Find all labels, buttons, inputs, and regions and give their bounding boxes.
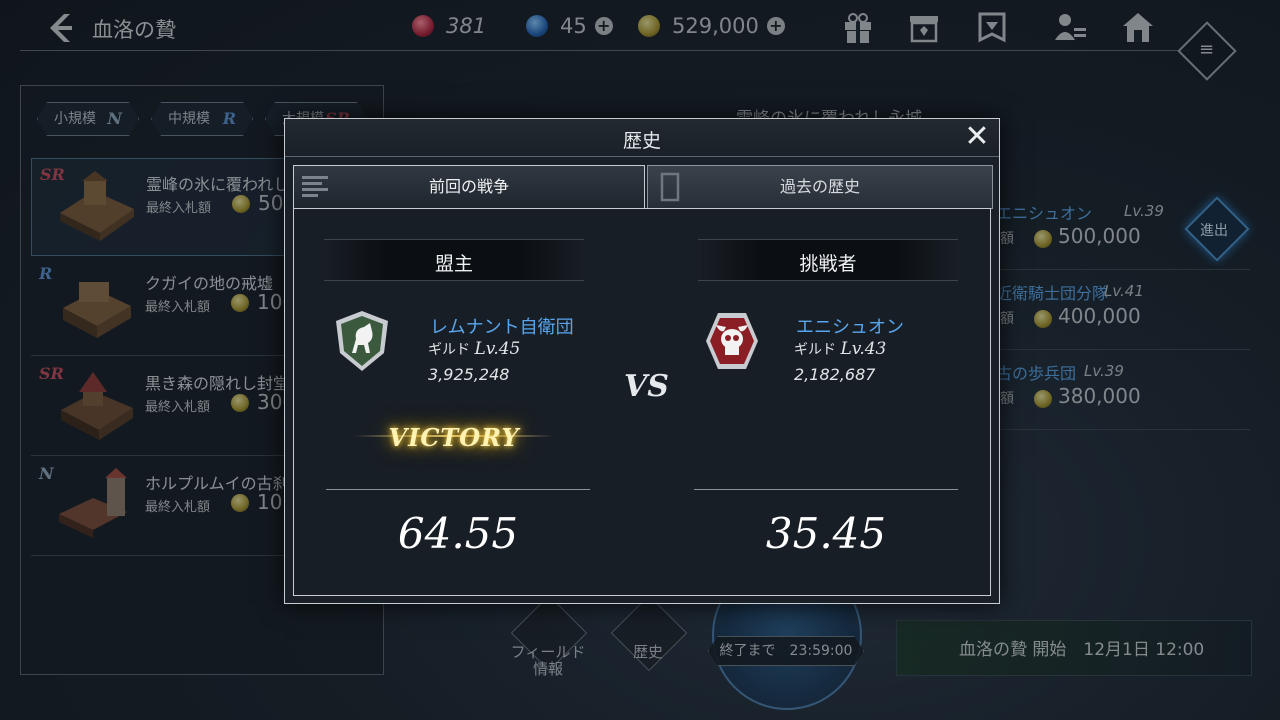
challenger-score-divider bbox=[694, 489, 958, 490]
guild-label: ギルド bbox=[794, 342, 836, 358]
challenger-guild-name[interactable]: エニシュオン bbox=[796, 313, 904, 339]
white-horse-shield-icon bbox=[336, 311, 388, 371]
history-modal: 歴史 ✕ 前回の戦争 過去の歴史 盟主 レムナント自衛団 ギルド Lv.45 3… bbox=[284, 118, 1000, 604]
victory-badge: VICTORY bbox=[388, 423, 520, 452]
modal-header: 歴史 ✕ bbox=[285, 119, 999, 157]
defender-role: 盟主 bbox=[434, 253, 473, 275]
defender-score: 64.55 bbox=[397, 509, 519, 558]
tab-last-war[interactable]: 前回の戦争 bbox=[293, 165, 645, 209]
defender-guild-level: ギルド Lv.45 bbox=[428, 339, 520, 359]
modal-title: 歴史 bbox=[622, 130, 661, 152]
defender-banner: 盟主 bbox=[324, 239, 584, 281]
challenger-role: 挑戦者 bbox=[799, 253, 857, 275]
battle-result-panel: 盟主 レムナント自衛団 ギルド Lv.45 3,925,248 VICTORY … bbox=[293, 208, 991, 596]
tab-past-history-label: 過去の歴史 bbox=[779, 177, 860, 196]
close-icon[interactable]: ✕ bbox=[963, 122, 991, 152]
horned-skull-shield-icon bbox=[706, 313, 758, 369]
document-icon bbox=[660, 172, 680, 202]
defender-level: Lv.45 bbox=[474, 339, 521, 359]
challenger-power: 2,182,687 bbox=[794, 365, 876, 384]
tab-last-war-label: 前回の戦争 bbox=[428, 177, 509, 196]
guild-label: ギルド bbox=[428, 342, 470, 358]
challenger-score: 35.45 bbox=[765, 509, 887, 558]
defender-score-divider bbox=[326, 489, 590, 490]
defender-guild-name[interactable]: レムナント自衛団 bbox=[430, 313, 574, 339]
challenger-guild-level: ギルド Lv.43 bbox=[794, 339, 886, 359]
tab-past-history[interactable]: 過去の歴史 bbox=[647, 165, 993, 209]
challenger-banner: 挑戦者 bbox=[698, 239, 958, 281]
vs-label: VS bbox=[624, 369, 669, 404]
defender-power: 3,925,248 bbox=[428, 365, 510, 384]
list-icon bbox=[302, 176, 328, 197]
challenger-level: Lv.43 bbox=[840, 339, 887, 359]
